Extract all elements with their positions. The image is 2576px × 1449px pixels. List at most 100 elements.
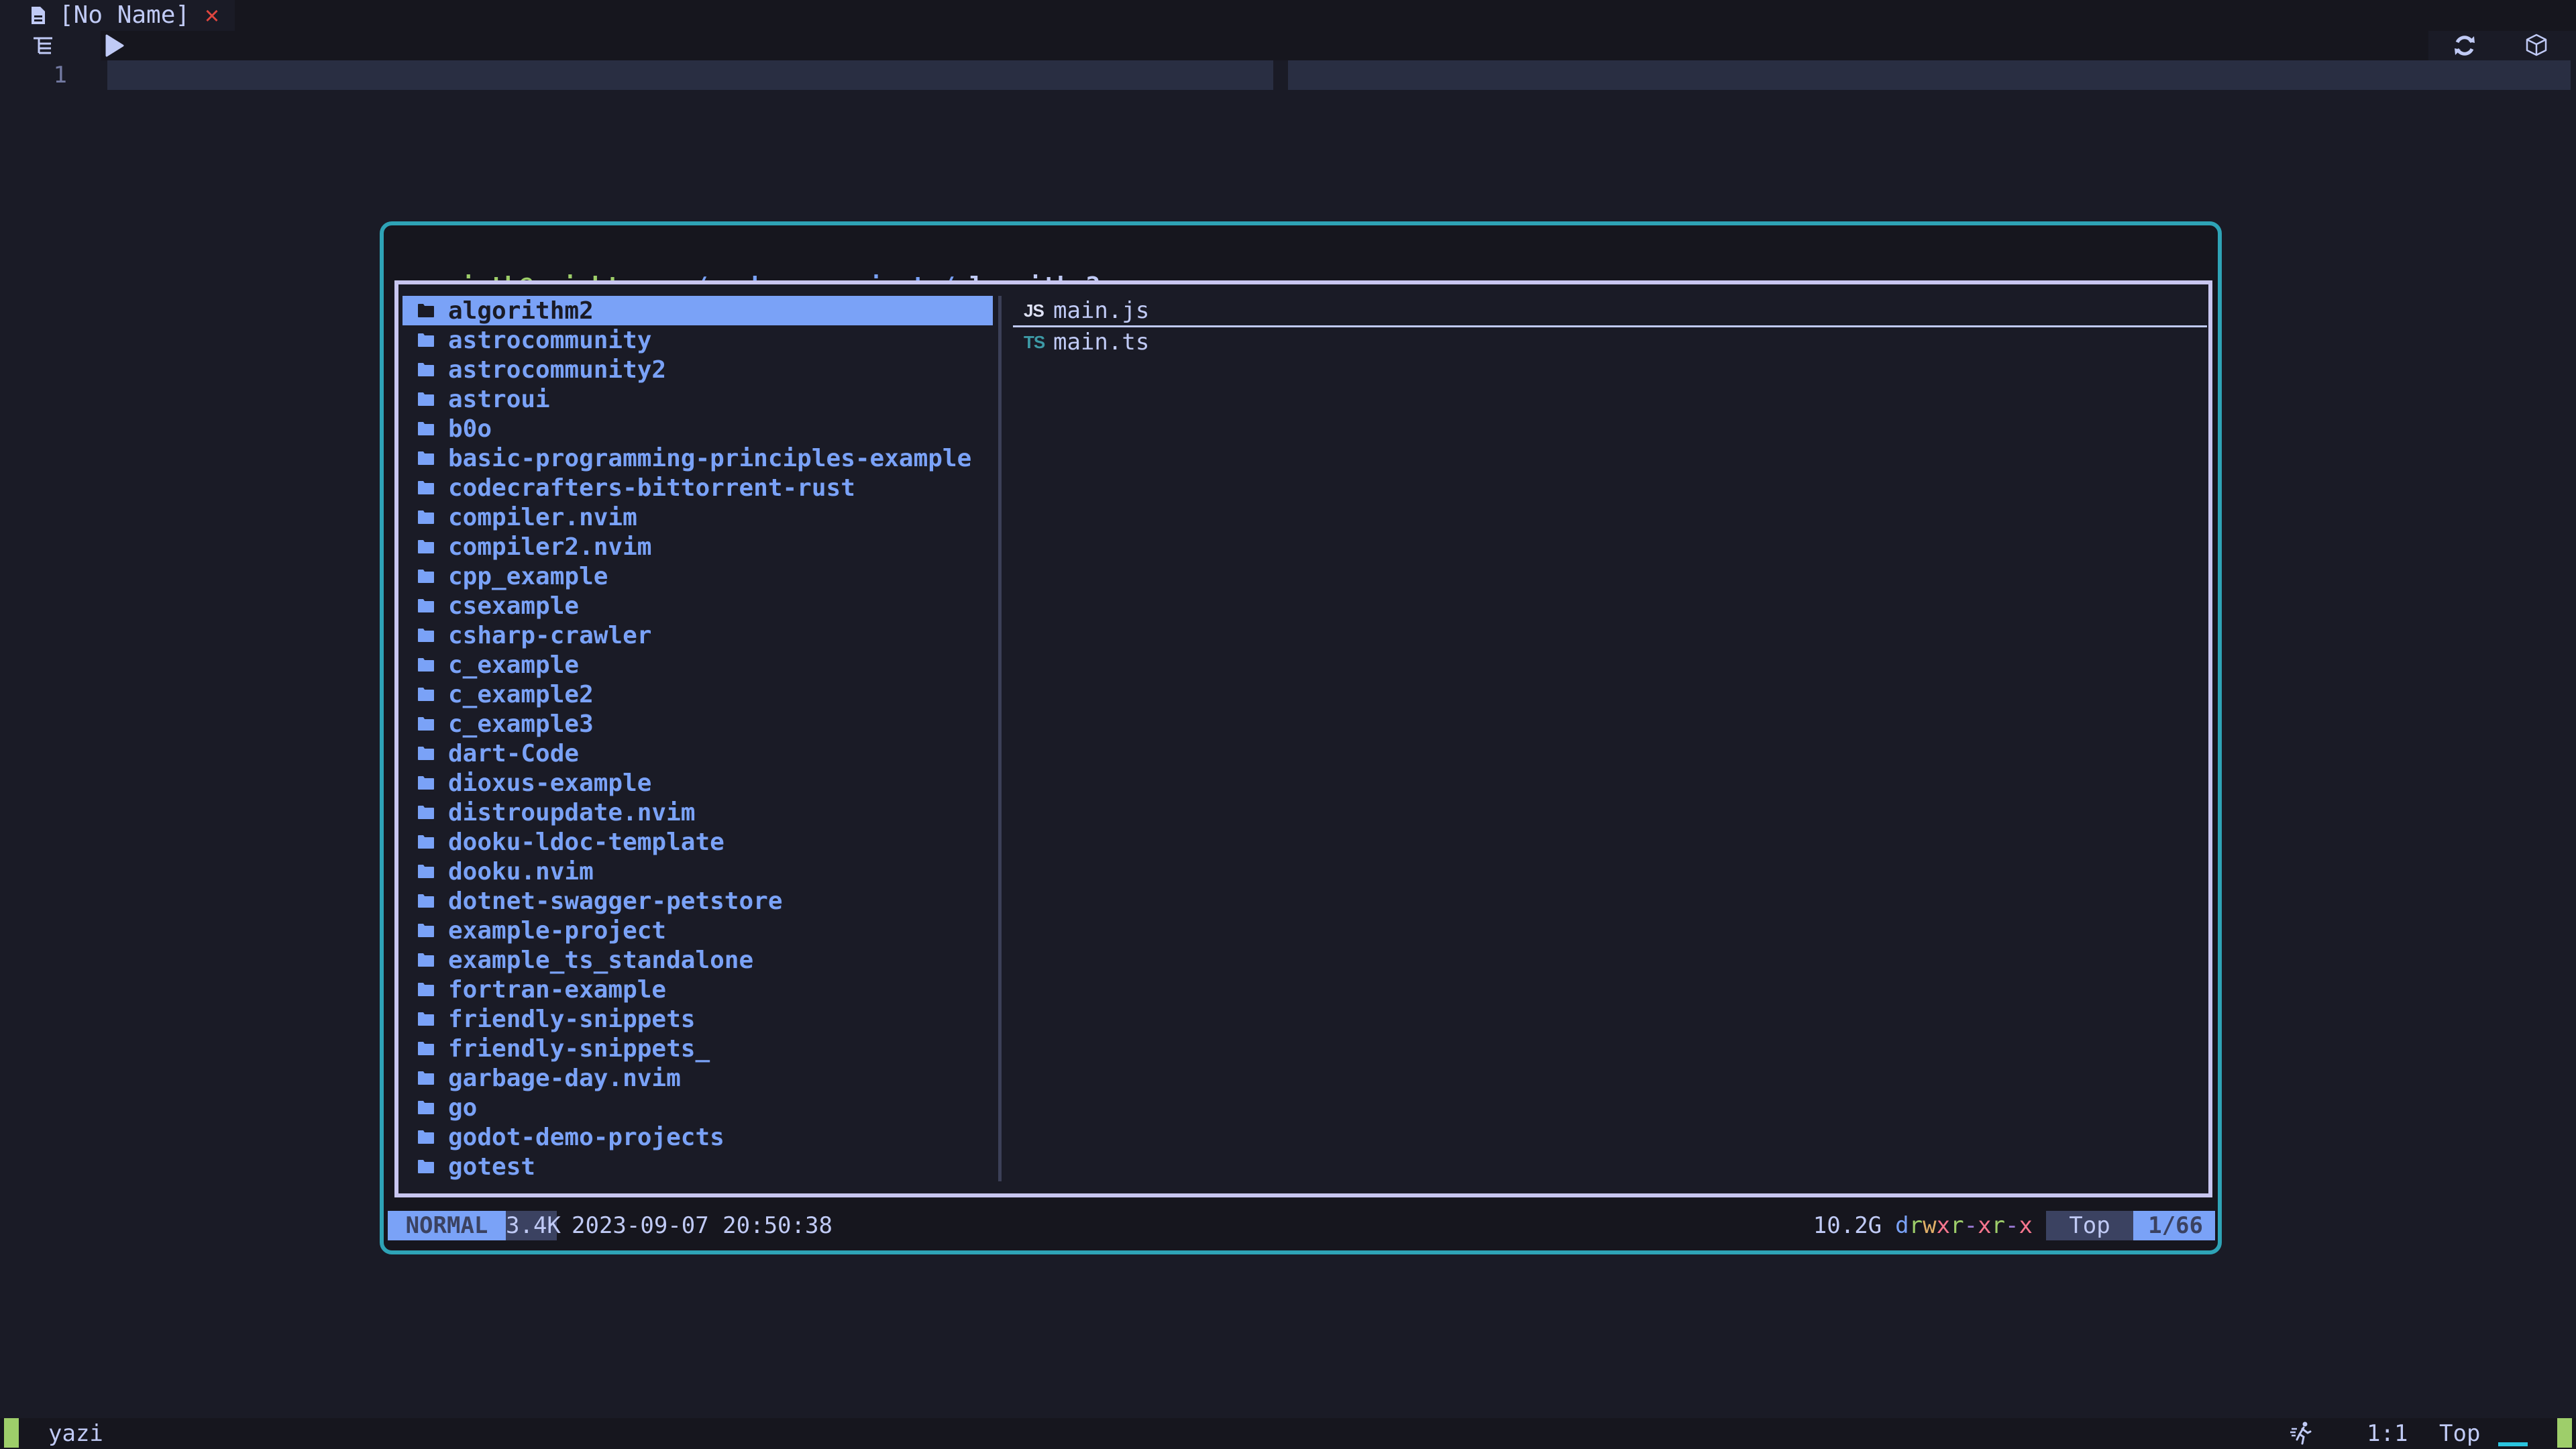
cursorline-right[interactable]: [1288, 60, 2571, 90]
folder-icon: [417, 1130, 435, 1144]
folder-icon: [417, 1041, 435, 1056]
folder-icon: [417, 746, 435, 761]
file-size: 3.4K: [506, 1211, 561, 1240]
file-list-item[interactable]: csexample: [402, 591, 993, 621]
permission-char: x: [2019, 1212, 2033, 1239]
file-list: algorithm2 astrocommunity astrocommunity2 a…: [402, 296, 993, 1181]
file-list-item[interactable]: cpp_example: [402, 561, 993, 591]
tab-no-name[interactable]: [No Name] ✕: [0, 0, 235, 31]
preview-item[interactable]: TS main.ts: [1013, 327, 2207, 357]
folder-icon: [417, 362, 435, 377]
preview-item[interactable]: JS main.js: [1013, 296, 2207, 327]
file-list-item[interactable]: distroupdate.nvim: [402, 798, 993, 827]
cursorline-left[interactable]: [107, 60, 1273, 90]
file-list-item[interactable]: astrocommunity: [402, 325, 993, 355]
permission-char: x: [1936, 1212, 1951, 1239]
file-list-item[interactable]: compiler.nvim: [402, 502, 993, 532]
file-list-item[interactable]: dioxus-example: [402, 768, 993, 798]
outline-icon[interactable]: [32, 36, 54, 55]
file-list-item[interactable]: go: [402, 1093, 993, 1122]
folder-icon: [417, 510, 435, 525]
line-number: 1: [53, 62, 67, 89]
scroll-indicator: [2498, 1442, 2528, 1446]
statusline: [0, 1418, 2576, 1449]
file-list-item[interactable]: c_example3: [402, 709, 993, 739]
permission-char: d: [1895, 1212, 1909, 1239]
scroll-position: Top: [2439, 1420, 2481, 1447]
file-icon: [32, 7, 45, 24]
folder-icon: [417, 569, 435, 584]
folder-icon: [417, 333, 435, 347]
typescript-icon: TS: [1024, 331, 1045, 352]
running-icon: [2290, 1421, 2312, 1445]
file-name: garbage-day.nvim: [448, 1064, 681, 1092]
folder-icon: [417, 894, 435, 908]
yazi-status-bar: NORMAL 3.4K 2023-09-07 20:50:38 10.2G dr…: [388, 1211, 2215, 1240]
file-name: codecrafters-bittorrent-rust: [448, 474, 855, 502]
file-name: basic-programming-principles-example: [448, 444, 972, 472]
file-list-item[interactable]: csharp-crawler: [402, 621, 993, 650]
file-name: c_example: [448, 651, 580, 679]
folder-icon: [417, 598, 435, 613]
file-list-item[interactable]: dart-Code: [402, 739, 993, 768]
folder-icon: [417, 716, 435, 731]
permission-char: r: [1950, 1212, 1964, 1239]
run-icon[interactable]: [105, 34, 125, 58]
folder-icon: [417, 805, 435, 820]
filetype-label: yazi: [48, 1420, 103, 1447]
file-list-item[interactable]: astroui: [402, 384, 993, 414]
file-name: c_example3: [448, 710, 594, 738]
file-list-item[interactable]: dotnet-swagger-petstore: [402, 886, 993, 916]
file-list-item[interactable]: b0o: [402, 414, 993, 443]
file-name: csharp-crawler: [448, 621, 652, 649]
file-name: astroui: [448, 385, 550, 413]
file-list-item[interactable]: c_example: [402, 650, 993, 680]
file-name: friendly-snippets_: [448, 1034, 710, 1063]
file-name: gotest: [448, 1152, 536, 1181]
file-list-item[interactable]: dooku-ldoc-template: [402, 827, 993, 857]
permission-char: -: [1964, 1212, 1978, 1239]
file-name: distroupdate.nvim: [448, 798, 696, 826]
file-name: go: [448, 1093, 478, 1122]
winbar-right: [2428, 31, 2576, 60]
file-name: cpp_example: [448, 562, 608, 590]
folder-icon: [417, 775, 435, 790]
file-name: dart-Code: [448, 739, 580, 767]
file-list-item[interactable]: basic-programming-principles-example: [402, 443, 993, 473]
file-list-item[interactable]: garbage-day.nvim: [402, 1063, 993, 1093]
status-right: 10.2G drwxr-xr-x Top 1/66: [1813, 1211, 2215, 1240]
file-list-item[interactable]: gotest: [402, 1152, 993, 1181]
file-list-item[interactable]: godot-demo-projects: [402, 1122, 993, 1152]
javascript-icon: JS: [1024, 300, 1044, 321]
file-name: csexample: [448, 592, 580, 620]
file-name: godot-demo-projects: [448, 1123, 724, 1151]
reload-icon[interactable]: [2453, 34, 2477, 58]
mode-block-left: [4, 1418, 19, 1448]
file-list-item[interactable]: fortran-example: [402, 975, 993, 1004]
file-list-item[interactable]: friendly-snippets: [402, 1004, 993, 1034]
folder-icon: [417, 480, 435, 495]
file-list-item[interactable]: example_ts_standalone: [402, 945, 993, 975]
file-name: b0o: [448, 415, 492, 443]
modified-time: 2023-09-07 20:50:38: [572, 1212, 833, 1239]
file-name: example_ts_standalone: [448, 946, 754, 974]
file-list-item[interactable]: friendly-snippets_: [402, 1034, 993, 1063]
permission-char: -: [2005, 1212, 2019, 1239]
close-icon[interactable]: ✕: [205, 0, 219, 31]
folder-icon: [417, 1012, 435, 1026]
file-list-item[interactable]: dooku.nvim: [402, 857, 993, 886]
permission-char: r: [1909, 1212, 1923, 1239]
folder-icon: [417, 835, 435, 849]
cube-icon[interactable]: [2526, 34, 2547, 56]
folder-icon: [417, 539, 435, 554]
file-list-item[interactable]: compiler2.nvim: [402, 532, 993, 561]
file-name: dioxus-example: [448, 769, 652, 797]
file-list-item[interactable]: astrocommunity2: [402, 355, 993, 384]
file-list-item[interactable]: c_example2: [402, 680, 993, 709]
file-name: main.ts: [1053, 329, 1150, 356]
file-list-item[interactable]: example-project: [402, 916, 993, 945]
file-name: compiler.nvim: [448, 503, 637, 531]
permissions: drwxr-xr-x: [1895, 1211, 2033, 1240]
file-list-item[interactable]: algorithm2: [402, 296, 993, 325]
file-list-item[interactable]: codecrafters-bittorrent-rust: [402, 473, 993, 502]
